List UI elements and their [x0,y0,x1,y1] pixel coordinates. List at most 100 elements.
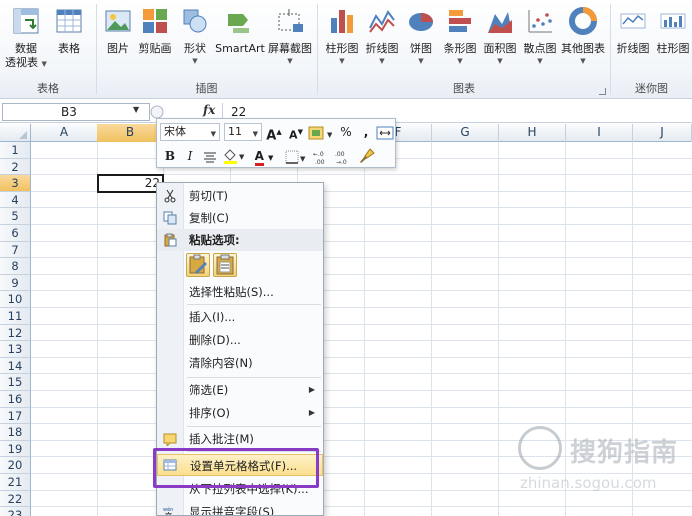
column-header-i[interactable]: I [566,124,633,142]
font-name-select[interactable]: 宋体 ▼ [160,123,220,141]
row-header-2[interactable]: 2 [0,158,31,176]
row-header-21[interactable]: 21 [0,474,31,491]
font-size-select[interactable]: 11 ▼ [224,123,262,141]
shrink-font-button[interactable]: A▼ [288,123,304,142]
sparkline-column-button[interactable]: 柱形图 [653,6,692,56]
comma-style-button[interactable]: , [358,123,374,141]
menu-item-clear-contents[interactable]: 清除内容(N) [157,352,323,374]
mini-toolbar-row-1: 宋体 ▼ 11 ▼ A▲ A▼ ▼ % , [160,121,394,143]
format-painter-icon[interactable] [358,147,376,165]
menu-item-copy[interactable]: 复制(C) [157,207,323,229]
column-header-g[interactable]: G [432,124,499,142]
borders-icon[interactable]: ▼ [284,148,308,166]
accounting-format-icon[interactable]: ▼ [308,124,332,142]
shapes-button[interactable]: 形状 ▼ [179,6,211,66]
active-cell-b3[interactable]: 22 [97,174,164,193]
menu-item-filter[interactable]: 筛选(E) ▶ [157,379,323,401]
screenshot-button[interactable]: 屏幕截图 ▼ [267,6,313,66]
grow-font-button[interactable]: A▲ [266,123,282,143]
column-chart-icon [331,10,353,33]
fill-color-icon[interactable]: ▼ [222,147,246,165]
row-header-5[interactable]: 5 [0,208,31,225]
row-header-17[interactable]: 17 [0,407,31,425]
chevron-down-icon: ▼ [252,130,258,138]
row-header-18[interactable]: 18 [0,424,31,441]
row-header-3[interactable]: 3 [0,175,31,192]
gridline-horizontal [31,506,692,508]
menu-item-delete[interactable]: 删除(D)... [157,329,323,351]
row-header-9[interactable]: 9 [0,274,31,292]
line-chart-button[interactable]: 折线图 ▼ [362,6,402,66]
row-header-22[interactable]: 22 [0,490,31,508]
dropdown-arrow-icon: ▼ [287,57,293,65]
column-header-b[interactable]: B [97,124,164,142]
menu-item-format-cells[interactable]: 设置单元格格式(F)... [157,454,323,476]
row-header-19[interactable]: 19 [0,440,31,458]
paste-option-all-button[interactable] [186,253,210,277]
row-header-4[interactable]: 4 [0,191,31,209]
bar-chart-button[interactable]: 条形图 ▼ [440,6,480,66]
menu-item-paste-special[interactable]: 选择性粘贴(S)... [157,281,323,303]
insert-function-icon[interactable]: fx [203,103,215,117]
center-align-icon[interactable] [202,148,218,166]
menu-item-cut[interactable]: 剪切(T) [157,185,323,207]
row-header-13[interactable]: 13 [0,341,31,358]
sparkline-line-button[interactable]: 折线图 [613,6,653,56]
row-header-1[interactable]: 1 [0,142,31,159]
dialog-launcher-icon[interactable] [599,88,606,95]
gridline-horizontal [31,290,692,292]
mini-toolbar: 宋体 ▼ 11 ▼ A▲ A▼ ▼ % , B I ▼ A ▼ ▼ ←.0 .0… [156,118,396,168]
increase-decimal-icon[interactable]: ←.0 .00 [312,148,332,166]
gridline-horizontal [31,373,692,375]
row-header-23[interactable]: 23 [0,507,31,516]
phonetic-icon: wén 文 [163,506,173,515]
menu-item-sort[interactable]: 排序(O) ▶ [157,402,323,424]
scatter-chart-button[interactable]: 散点图 ▼ [520,6,560,66]
row-header-20[interactable]: 20 [0,457,31,474]
dropdown-arrow-icon: ▼ [580,57,586,65]
smartart-button[interactable]: SmartArt [215,6,265,56]
formula-bar-resize-icon[interactable] [150,105,164,119]
area-chart-button[interactable]: 面积图 ▼ [480,6,520,66]
bold-button[interactable]: B [162,147,178,165]
clip-art-button[interactable]: 剪贴画 [135,6,175,56]
menu-item-insert-comment[interactable]: 插入批注(M) [157,428,323,450]
percent-style-button[interactable]: % [338,123,354,141]
row-header-10[interactable]: 10 [0,291,31,308]
row-header-6[interactable]: 6 [0,225,31,242]
dropdown-arrow-icon: ▼ [192,57,198,65]
row-header-11[interactable]: 11 [0,308,31,325]
chevron-down-icon[interactable]: ▼ [133,105,139,114]
other-charts-button[interactable]: 其他图表 ▼ [560,6,606,66]
paste-option-values-button[interactable] [213,253,237,277]
decrease-decimal-icon[interactable]: .00 →.0 [334,148,354,166]
column-chart-button[interactable]: 柱形图 ▼ [322,6,362,66]
area-chart-label: 面积图 [483,42,517,55]
row-header-12[interactable]: 12 [0,324,31,342]
menu-item-insert[interactable]: 插入(I)... [157,306,323,328]
name-box[interactable]: B3 [2,103,150,121]
font-color-button[interactable]: A ▼ [252,147,276,166]
row-header-7[interactable]: 7 [0,241,31,259]
table-button[interactable]: 表格 [50,6,88,56]
gridline-horizontal [31,257,692,259]
menu-item-pick-from-list[interactable]: 从下拉列表中选择(K)... [157,478,323,500]
merge-center-icon[interactable] [376,124,394,142]
italic-button[interactable]: I [182,147,198,165]
picture-button[interactable]: 图片 [101,6,135,56]
row-header-14[interactable]: 14 [0,357,31,375]
column-header-h[interactable]: H [499,124,566,142]
row-header-16[interactable]: 16 [0,391,31,408]
pivot-table-button[interactable]: 数据 透视表 ▼ [4,6,48,70]
row-header-15[interactable]: 15 [0,374,31,391]
format-cells-icon [163,459,177,471]
pie-chart-button[interactable]: 饼图 ▼ [404,6,438,66]
column-chart-label: 柱形图 [325,42,359,55]
row-header-8[interactable]: 8 [0,258,31,275]
dropdown-arrow-icon: ▼ [497,57,503,65]
menu-item-show-phonetic[interactable]: wén 文 显示拼音字段(S) [157,501,323,515]
ribbon-group-illustrations: 图片 剪贴画 形状 ▼ SmartArt 屏幕截图 ▼ 插图 [97,0,316,99]
column-header-j[interactable]: J [633,124,692,142]
select-all-corner[interactable] [0,124,31,142]
column-header-a[interactable]: A [31,124,98,142]
